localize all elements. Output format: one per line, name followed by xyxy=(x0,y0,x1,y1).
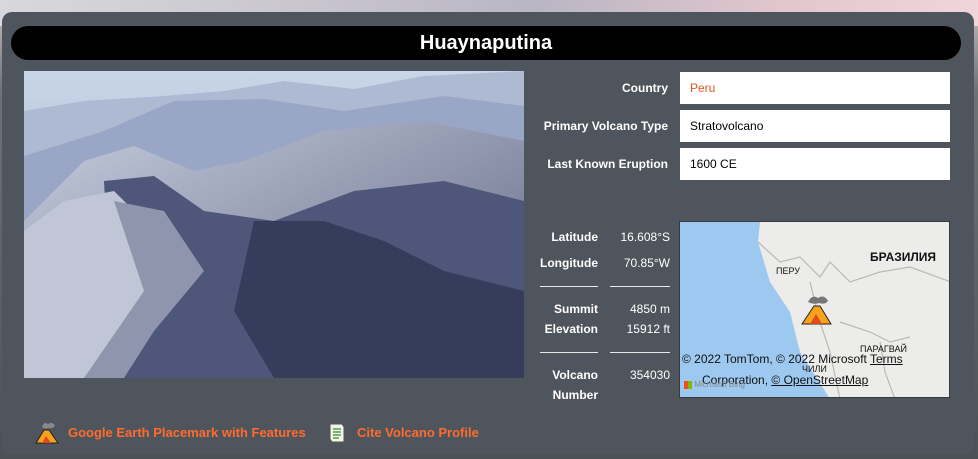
divider xyxy=(540,352,598,353)
volcano-panel: Huaynaputina Country Peru Primary Volcan… xyxy=(2,12,974,454)
volcano-type-label: Primary Volcano Type xyxy=(543,119,668,133)
longitude-value: 70.85°W xyxy=(623,256,670,270)
country-label: Country xyxy=(622,81,668,95)
terms-link[interactable]: Terms xyxy=(870,352,903,366)
country-value-box: Peru xyxy=(680,72,950,104)
volcano-number-label-1: Volcano xyxy=(552,368,598,382)
last-eruption-label: Last Known Eruption xyxy=(547,157,668,171)
map-label-peru: ПЕРУ xyxy=(776,266,800,276)
latitude-value: 16.608°S xyxy=(620,230,670,244)
map-attribution: © 2022 TomTom, © 2022 Microsoft Terms xyxy=(682,352,903,366)
map-label-brazil: БРАЗИЛИЯ xyxy=(870,250,937,264)
divider xyxy=(540,286,598,287)
microsoft-logo-icon xyxy=(684,380,692,389)
volcano-number-value: 354030 xyxy=(629,368,670,382)
cite-profile-link[interactable]: Cite Volcano Profile xyxy=(357,425,479,440)
location-map[interactable]: БРАЗИЛИЯ ПЕРУ ПАРАГВАЙ ЧИЛИ © 2022 TomTo… xyxy=(679,221,950,398)
volcano-marker-icon[interactable] xyxy=(798,292,834,326)
divider xyxy=(610,286,670,287)
page-title: Huaynaputina xyxy=(11,26,961,60)
country-link[interactable]: Peru xyxy=(690,81,715,95)
volcano-icon xyxy=(35,422,59,444)
divider xyxy=(610,352,670,353)
volcano-type-value: Stratovolcano xyxy=(680,110,950,142)
google-earth-link[interactable]: Google Earth Placemark with Features xyxy=(68,425,306,440)
summit-feet: 15912 ft xyxy=(626,322,670,336)
volcano-number-label-2: Number xyxy=(552,388,598,402)
openstreetmap-link[interactable]: © OpenStreetMap xyxy=(771,373,868,387)
summit-meters: 4850 m xyxy=(629,302,670,316)
latitude-label: Latitude xyxy=(551,230,598,244)
bing-logo: Microsoft Bing xyxy=(684,380,745,389)
elevation-label: Elevation xyxy=(544,322,598,336)
volcano-photo xyxy=(24,71,524,378)
document-icon xyxy=(329,423,345,443)
last-eruption-value: 1600 CE xyxy=(680,148,950,180)
summit-label: Summit xyxy=(553,302,598,316)
longitude-label: Longitude xyxy=(540,256,598,270)
